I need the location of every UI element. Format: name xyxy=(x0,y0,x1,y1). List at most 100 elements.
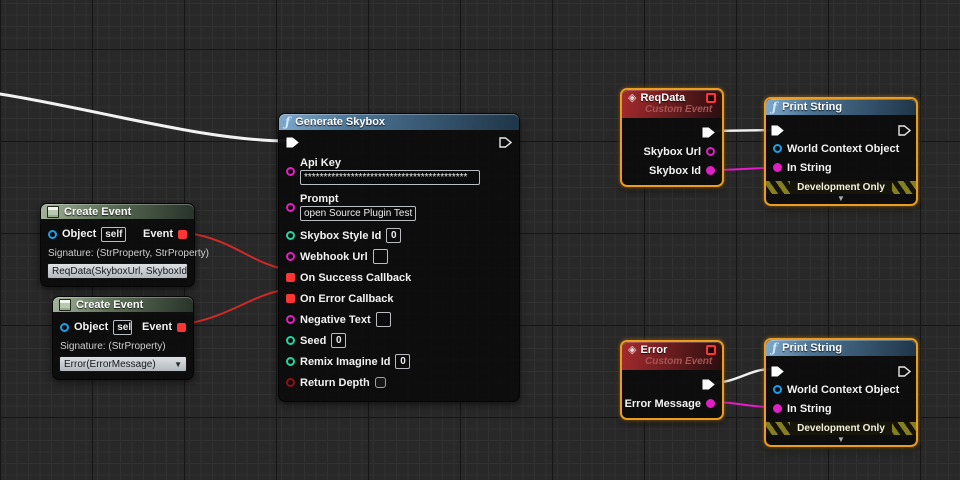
object-pin[interactable] xyxy=(48,229,57,239)
blueprint-graph-canvas[interactable]: ƒ Generate Skybox Api Key **************… xyxy=(0,0,960,480)
exec-out-pin[interactable] xyxy=(499,136,512,148)
node-header[interactable]: ◈ Error Custom Event xyxy=(622,342,722,370)
expand-advanced-pins-button[interactable]: ▼ xyxy=(766,194,916,204)
node-header[interactable]: Create Event xyxy=(53,297,193,312)
string-pin[interactable] xyxy=(286,252,295,261)
pin-label: In String xyxy=(787,402,832,415)
delegate-pin[interactable] xyxy=(286,294,295,303)
node-error-custom-event[interactable]: ◈ Error Custom Event Error Message xyxy=(620,340,724,420)
string-pin[interactable] xyxy=(773,163,782,172)
node-title: Print String xyxy=(782,101,843,113)
node-create-event-reqdata[interactable]: Create Event Object self Event Signature… xyxy=(40,203,209,287)
development-only-banner: Development Only xyxy=(766,422,916,435)
api-key-field[interactable]: ****************************************… xyxy=(300,170,480,185)
bool-pin[interactable] xyxy=(286,378,295,387)
expand-advanced-pins-button[interactable]: ▼ xyxy=(766,435,916,445)
exec-wire-into-generate-skybox[interactable] xyxy=(0,92,291,143)
pin-label: Webhook Url xyxy=(300,250,368,263)
pin-label: Skybox Url xyxy=(643,145,701,158)
delegate-pin[interactable] xyxy=(706,345,716,355)
pin-label: Skybox Style Id xyxy=(300,229,382,242)
function-icon: ƒ xyxy=(285,115,291,129)
custom-event-icon: ◈ xyxy=(628,91,637,104)
node-generate-skybox[interactable]: ƒ Generate Skybox Api Key **************… xyxy=(278,113,520,402)
chevron-down-icon: ▼ xyxy=(174,359,182,369)
node-header[interactable]: Create Event xyxy=(41,204,194,219)
pin-label: On Success Callback xyxy=(300,271,412,284)
event-delegate-pin[interactable] xyxy=(177,322,186,332)
string-pin[interactable] xyxy=(706,147,715,156)
create-event-icon xyxy=(59,298,71,311)
pin-label: Negative Text xyxy=(300,313,371,326)
exec-in-pin[interactable] xyxy=(286,137,299,148)
object-pin[interactable] xyxy=(60,322,69,332)
function-icon: ƒ xyxy=(772,341,778,355)
delegate-pin[interactable] xyxy=(286,273,295,282)
node-title: Print String xyxy=(782,342,843,354)
node-header[interactable]: ƒ Generate Skybox xyxy=(279,114,519,130)
signature-text: Signature: (StrProperty, StrProperty) xyxy=(48,248,209,259)
object-pin[interactable] xyxy=(773,385,782,394)
delegate-dropdown[interactable]: ReqData(SkyboxUrl, SkyboxId) ▼ xyxy=(47,263,188,279)
node-create-event-error[interactable]: Create Event Object self Event Signature… xyxy=(52,296,194,380)
node-title: Create Event xyxy=(76,298,144,311)
pin-label: Event xyxy=(142,321,172,333)
remix-imagine-id-field[interactable]: 0 xyxy=(395,354,411,369)
delegate-pin[interactable] xyxy=(706,93,716,103)
pin-label: Remix Imagine Id xyxy=(300,355,391,368)
node-header[interactable]: ƒ Print String xyxy=(766,340,916,356)
seed-field[interactable]: 0 xyxy=(331,333,347,348)
node-reqdata-custom-event[interactable]: ◈ ReqData Custom Event Skybox Url Skybox… xyxy=(620,88,724,187)
delegate-dropdown[interactable]: Error(ErrorMessage) ▼ xyxy=(59,356,187,372)
node-print-string-bottom[interactable]: ƒ Print String World Context Object In S… xyxy=(764,338,918,447)
string-pin[interactable] xyxy=(773,404,782,413)
banner-label: Development Only xyxy=(790,181,892,194)
pin-label: In String xyxy=(787,161,832,174)
node-title: ReqData xyxy=(640,92,686,104)
string-pin[interactable] xyxy=(706,399,715,408)
exec-out-pin[interactable] xyxy=(898,124,911,136)
negative-text-field[interactable] xyxy=(375,312,391,327)
node-title: Generate Skybox xyxy=(295,116,386,128)
node-header[interactable]: ◈ ReqData Custom Event xyxy=(622,90,722,118)
pin-label: Skybox Id xyxy=(649,164,701,177)
node-subtitle: Custom Event xyxy=(645,104,713,115)
int-pin[interactable] xyxy=(286,336,295,345)
exec-out-pin[interactable] xyxy=(702,379,715,390)
string-pin[interactable] xyxy=(286,315,295,324)
prompt-field[interactable]: open Source Plugin Test xyxy=(300,206,417,221)
int-pin[interactable] xyxy=(286,231,295,240)
string-pin[interactable] xyxy=(286,166,295,176)
object-self-field[interactable]: self xyxy=(101,226,127,242)
signature-text: Signature: (StrProperty) xyxy=(60,341,166,352)
pin-label: Api Key xyxy=(300,157,341,169)
object-pin[interactable] xyxy=(773,144,782,153)
create-event-icon xyxy=(47,205,59,218)
node-print-string-top[interactable]: ƒ Print String World Context Object In S… xyxy=(764,97,918,206)
development-only-banner: Development Only xyxy=(766,181,916,194)
pin-label: Event xyxy=(143,228,173,240)
exec-out-pin[interactable] xyxy=(898,365,911,377)
webhook-url-field[interactable] xyxy=(372,249,388,264)
delegate-wire-error-to-on-error[interactable] xyxy=(179,288,291,326)
custom-event-icon: ◈ xyxy=(628,343,637,356)
int-pin[interactable] xyxy=(286,357,295,366)
node-header[interactable]: ƒ Print String xyxy=(766,99,916,115)
string-pin[interactable] xyxy=(706,166,715,175)
function-icon: ƒ xyxy=(772,100,778,114)
skybox-style-id-field[interactable]: 0 xyxy=(386,228,402,243)
banner-label: Development Only xyxy=(790,422,892,435)
pin-label: Seed xyxy=(300,334,327,347)
exec-out-pin[interactable] xyxy=(702,127,715,138)
event-delegate-pin[interactable] xyxy=(178,229,187,239)
pin-label: Object xyxy=(62,228,97,240)
pin-label: Object xyxy=(74,321,109,333)
string-pin[interactable] xyxy=(286,202,295,212)
exec-in-pin[interactable] xyxy=(771,125,784,136)
exec-in-pin[interactable] xyxy=(771,366,784,377)
return-depth-checkbox[interactable] xyxy=(374,377,386,388)
object-self-field[interactable]: self xyxy=(113,319,133,335)
dropdown-value: Error(ErrorMessage) xyxy=(64,358,156,370)
pin-label: World Context Object xyxy=(787,383,900,396)
pin-label: Error Message xyxy=(624,397,701,410)
